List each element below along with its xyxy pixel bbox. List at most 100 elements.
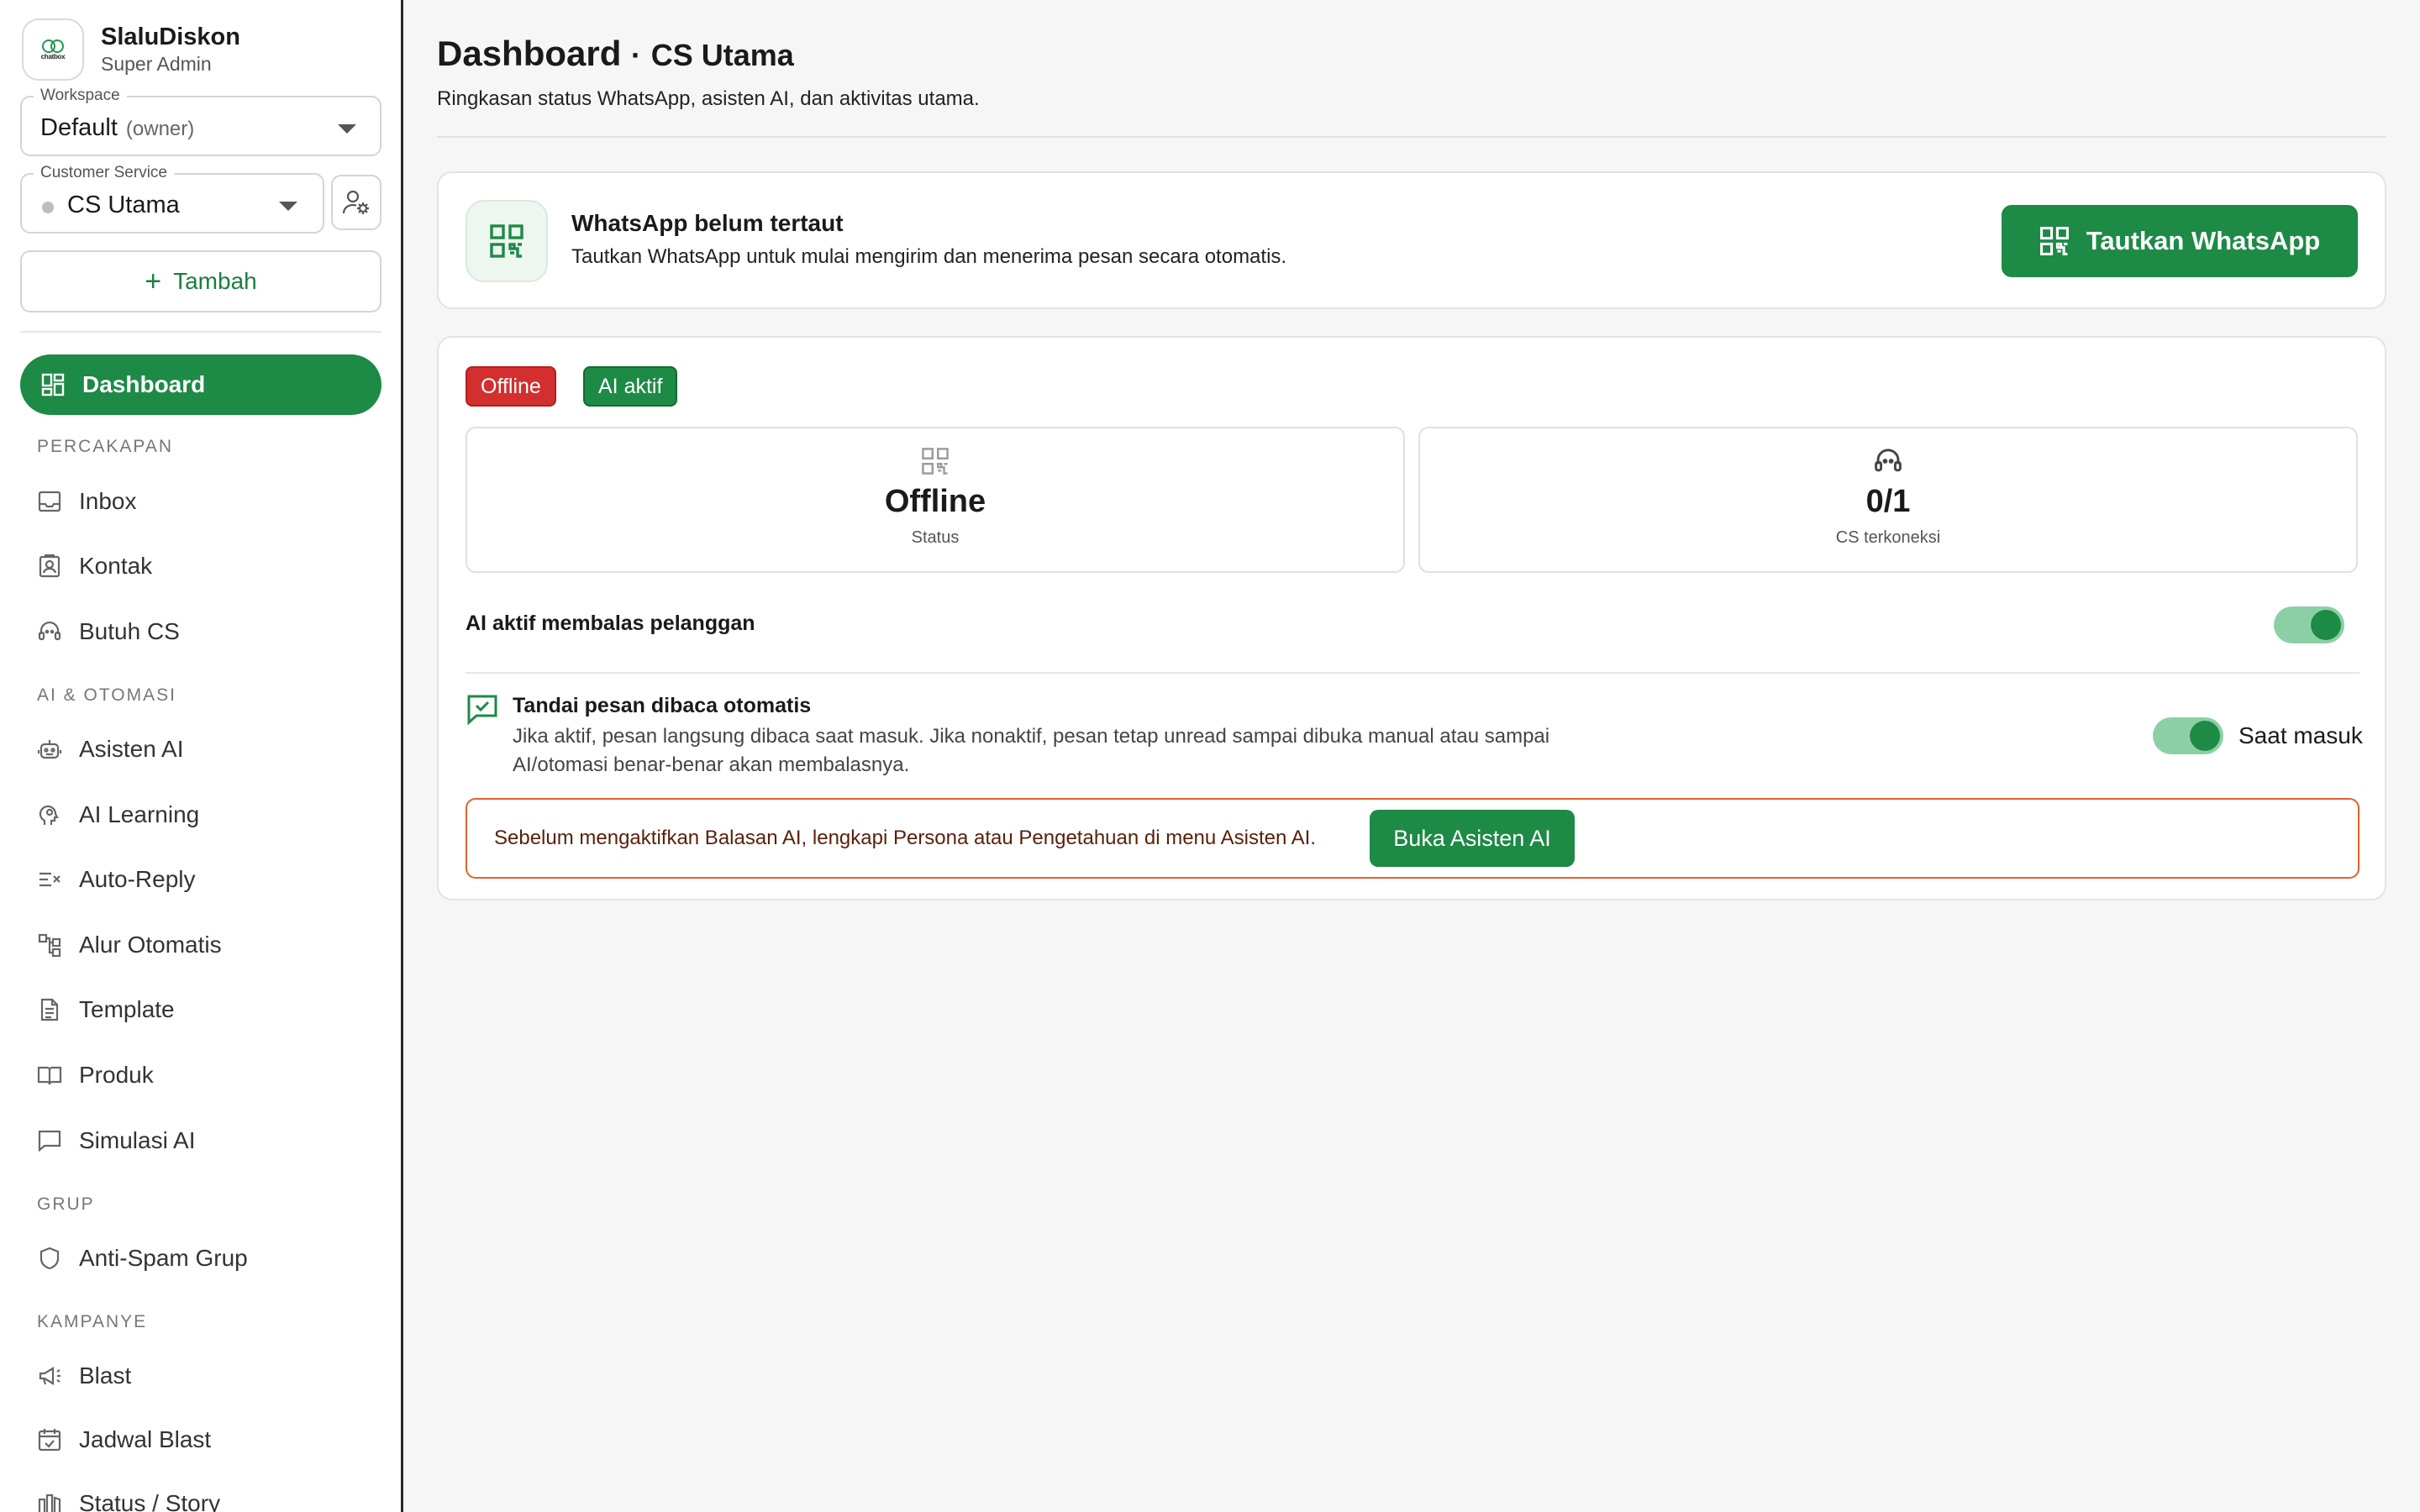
- book-icon: [37, 1066, 62, 1085]
- megaphone-icon: [39, 1367, 60, 1385]
- open-ai-assistant-button[interactable]: Buka Asisten AI: [1370, 810, 1575, 867]
- brand-logo[interactable]: chatbox: [22, 18, 84, 81]
- nav-item-produk[interactable]: Produk: [37, 1057, 154, 1094]
- document-icon: [40, 998, 59, 1021]
- ai-active-badge: AI aktif: [583, 366, 678, 407]
- plus-icon: +: [145, 265, 162, 297]
- stat-label: CS terkoneksi: [1835, 528, 1941, 547]
- nav-item-anti-spam[interactable]: Anti-Spam Grup: [37, 1240, 248, 1277]
- section-ai-otomasi: AI & OTOMASI: [37, 685, 176, 705]
- auto-read-toggle-label: Saat masuk: [2238, 722, 2363, 748]
- nav-item-ai-learning[interactable]: AI Learning: [37, 796, 199, 833]
- auto-reply-icon: [39, 872, 60, 887]
- divider: [466, 672, 2360, 674]
- nav-item-butuh-cs[interactable]: Butuh CS: [37, 613, 180, 650]
- link-whatsapp-button[interactable]: Tautkan WhatsApp: [2002, 205, 2358, 277]
- ai-reply-toggle[interactable]: [2274, 606, 2344, 643]
- nav-produk-label: Produk: [79, 1062, 154, 1088]
- chevron-down-icon: [279, 202, 297, 211]
- brand-name: SlaluDiskon: [101, 24, 240, 50]
- nav-inbox-label: Inbox: [79, 488, 137, 514]
- nav-item-jadwal-blast[interactable]: Jadwal Blast: [37, 1421, 211, 1458]
- workspace-select[interactable]: Workspace Default (owner): [20, 86, 381, 156]
- cs-legend: Customer Service: [34, 163, 174, 183]
- workspace-legend: Workspace: [34, 86, 127, 106]
- nav-item-simulasi-ai[interactable]: Simulasi AI: [37, 1122, 196, 1159]
- flow-icon: [38, 933, 61, 958]
- nav-dashboard-label: Dashboard: [82, 371, 206, 397]
- qr-code-icon: [922, 448, 949, 475]
- nav-template-label: Template: [79, 996, 175, 1022]
- ai-reply-label: AI aktif membalas pelanggan: [466, 612, 755, 635]
- page-title-context: CS Utama: [650, 38, 794, 72]
- chat-bubble-icon: [38, 1130, 61, 1152]
- section-grup: GRUP: [37, 1194, 95, 1214]
- section-kampanye: KAMPANYE: [37, 1312, 148, 1331]
- shield-icon: [39, 1247, 60, 1270]
- cs-value: CS Utama: [67, 192, 180, 218]
- contacts-icon: [39, 554, 60, 578]
- nav-item-template[interactable]: Template: [37, 991, 175, 1028]
- nav-auto-reply-label: Auto-Reply: [79, 866, 196, 892]
- section-percakapan: PERCAKAPAN: [37, 437, 173, 456]
- workspace-value: Default: [40, 114, 118, 141]
- divider: [437, 136, 2386, 138]
- nav-item-alur-otomatis[interactable]: Alur Otomatis: [37, 927, 222, 963]
- link-whatsapp-label: Tautkan WhatsApp: [2086, 226, 2321, 255]
- cs-settings-button[interactable]: [331, 175, 381, 230]
- support-agent-icon: [38, 621, 61, 641]
- page-subtitle: Ringkasan status WhatsApp, asisten AI, d…: [437, 87, 980, 110]
- auto-read-toggle[interactable]: [2153, 717, 2223, 754]
- add-cs-button[interactable]: + Tambah: [20, 250, 381, 312]
- customer-service-select[interactable]: Customer Service CS Utama: [20, 163, 324, 234]
- logo-glyph: [42, 39, 64, 53]
- nav-item-status-story[interactable]: Status / Story: [37, 1485, 220, 1512]
- nav-item-asisten-ai[interactable]: Asisten AI: [37, 731, 184, 768]
- brand: chatbox SlaluDiskon Super Admin: [22, 18, 240, 81]
- nav-jadwal-blast-label: Jadwal Blast: [79, 1426, 212, 1452]
- nav-item-blast[interactable]: Blast: [37, 1357, 131, 1394]
- brand-role: Super Admin: [101, 53, 212, 75]
- inbox-icon: [38, 491, 61, 512]
- status-card: Offline AI aktif Offline Status 0/1 CS t…: [437, 336, 2386, 900]
- nav-alur-otomatis-label: Alur Otomatis: [79, 932, 222, 958]
- auto-read-description: Jika aktif, pesan langsung dibaca saat m…: [513, 725, 1550, 776]
- workspace-role: (owner): [125, 118, 195, 140]
- nav-simulasi-ai-label: Simulasi AI: [79, 1127, 196, 1153]
- nav-item-auto-reply[interactable]: Auto-Reply: [37, 861, 196, 898]
- nav-asisten-ai-label: Asisten AI: [79, 736, 184, 762]
- story-icon: [38, 1494, 61, 1512]
- stat-value: 0/1: [1865, 484, 1911, 519]
- logo-text: chatbox: [40, 52, 66, 60]
- robot-icon: [37, 740, 62, 759]
- offline-badge: Offline: [466, 366, 556, 407]
- nav-item-kontak[interactable]: Kontak: [37, 548, 152, 585]
- nav-butuh-cs-label: Butuh CS: [79, 618, 180, 644]
- nav-anti-spam-label: Anti-Spam Grup: [79, 1245, 248, 1271]
- page-title: Dashboard · CS Utama: [437, 34, 794, 74]
- nav-kontak-label: Kontak: [79, 553, 153, 579]
- whatsapp-link-card: WhatsApp belum tertaut Tautkan WhatsApp …: [437, 171, 2386, 309]
- whatsapp-status-description: Tautkan WhatsApp untuk mulai mengirim da…: [571, 245, 1287, 268]
- nav-item-inbox[interactable]: Inbox: [37, 483, 137, 520]
- user-settings-icon: [342, 190, 369, 214]
- qr-icon-box: [466, 200, 548, 282]
- nav-blast-label: Blast: [79, 1362, 132, 1389]
- stat-value: Offline: [884, 484, 986, 519]
- cs-status-dot: [42, 202, 54, 213]
- nav-ai-learning-label: AI Learning: [79, 801, 200, 827]
- stat-label: Status: [911, 528, 960, 547]
- chevron-down-icon: [338, 124, 356, 134]
- sidebar: chatbox SlaluDiskon Super Admin Workspac…: [0, 0, 403, 1512]
- qr-code-icon: [2039, 227, 2069, 255]
- page-title-main: Dashboard: [437, 34, 622, 73]
- support-agent-icon: [1875, 449, 1902, 472]
- calendar-check-icon: [38, 1429, 61, 1452]
- nav-item-dashboard[interactable]: Dashboard: [20, 354, 381, 415]
- nav-status-story-label: Status / Story: [79, 1490, 221, 1512]
- brain-head-icon: [39, 805, 59, 825]
- qr-code-icon: [490, 224, 523, 258]
- auto-read-title: Tandai pesan dibaca otomatis: [513, 694, 812, 717]
- add-button-label: Tambah: [173, 268, 257, 294]
- dashboard-icon: [41, 373, 65, 396]
